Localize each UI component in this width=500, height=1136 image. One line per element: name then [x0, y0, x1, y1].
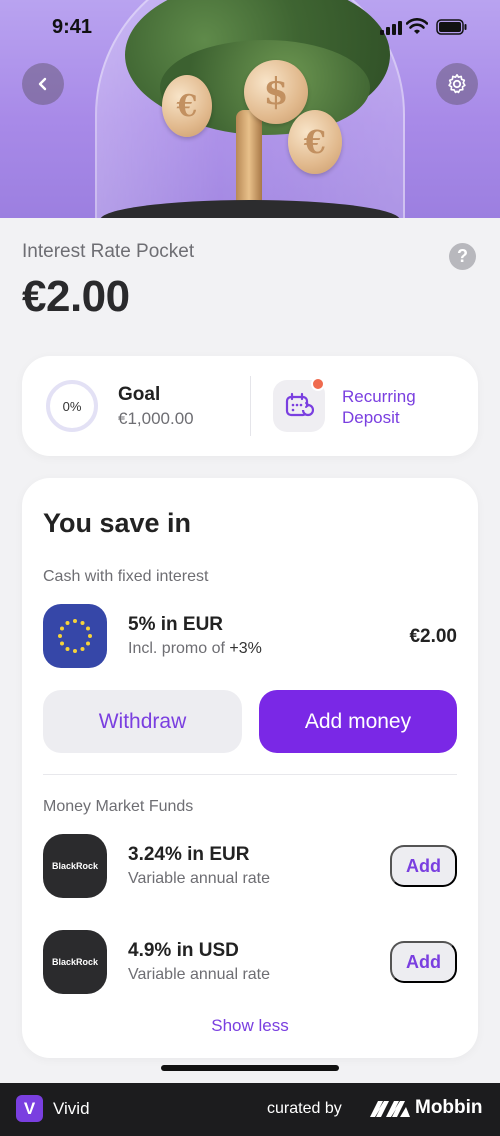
show-less-link[interactable]: Show less	[22, 1016, 478, 1036]
divider	[43, 774, 457, 775]
home-indicator	[161, 1065, 339, 1071]
help-icon[interactable]: ?	[449, 243, 476, 270]
gear-icon	[448, 74, 466, 94]
fund-subtitle: Variable annual rate	[128, 966, 271, 983]
calendar-repeat-icon	[285, 392, 314, 417]
euro-coin: €	[288, 110, 342, 174]
fund-title: 3.24% in EUR	[128, 844, 250, 865]
add-fund-eur-button[interactable]: Add	[390, 845, 457, 887]
battery-icon	[436, 19, 467, 35]
dollar-coin: $	[244, 60, 308, 124]
eur-rate-title: 5% in EUR	[128, 614, 224, 635]
status-time: 9:41	[52, 16, 93, 38]
eur-rate-subtitle: Incl. promo of +3%	[128, 640, 262, 658]
withdraw-button[interactable]: Withdraw	[43, 690, 242, 753]
signal-icon	[380, 21, 402, 35]
goal-progress-ring[interactable]: 0%	[46, 380, 98, 432]
fund-subtitle: Variable annual rate	[128, 870, 271, 887]
promo-value: +3%	[229, 640, 262, 657]
fund-title: 4.9% in USD	[128, 940, 239, 961]
savings-card: You save in Cash with fixed interest 5% …	[22, 478, 478, 1058]
blackrock-logo: BlackRock	[43, 834, 107, 898]
goal-card: 0% Goal €1,000.00 Recurring Deposit	[22, 356, 478, 456]
goal-progress-label: 0%	[62, 398, 82, 414]
goal-label[interactable]: Goal	[118, 384, 160, 406]
wifi-icon	[406, 18, 428, 34]
eur-balance: €2.00	[409, 626, 457, 647]
mmf-section-label: Money Market Funds	[43, 798, 194, 815]
app-name: Vivid	[53, 1099, 90, 1118]
promo-prefix: Incl. promo of	[128, 640, 230, 657]
tree-trunk	[236, 110, 262, 210]
eu-flag-icon	[43, 604, 107, 668]
blackrock-logo: BlackRock	[43, 930, 107, 994]
back-button[interactable]	[22, 63, 64, 105]
brand-name: Mobbin	[415, 1097, 483, 1118]
pocket-balance: €2.00	[22, 272, 130, 321]
euro-coin: €	[162, 75, 212, 137]
curated-by-label: curated by	[267, 1100, 342, 1117]
status-bar: 9:41	[0, 0, 500, 56]
goal-amount: €1,000.00	[118, 409, 194, 428]
cash-section-label: Cash with fixed interest	[43, 568, 209, 585]
notification-dot	[311, 377, 325, 391]
pocket-title: Interest Rate Pocket	[22, 241, 195, 262]
add-money-button[interactable]: Add money	[259, 690, 457, 753]
settings-button[interactable]	[436, 63, 478, 105]
divider	[250, 376, 251, 436]
section-title: You save in	[43, 508, 192, 538]
footer-bar: V Vivid curated by Mobbin	[0, 1083, 500, 1136]
add-fund-usd-button[interactable]: Add	[390, 941, 457, 983]
recurring-deposit-label[interactable]: Recurring Deposit	[342, 386, 462, 428]
vivid-logo: V	[16, 1095, 43, 1122]
mobbin-logo-icon	[370, 1101, 410, 1117]
chevron-left-icon	[38, 77, 47, 91]
